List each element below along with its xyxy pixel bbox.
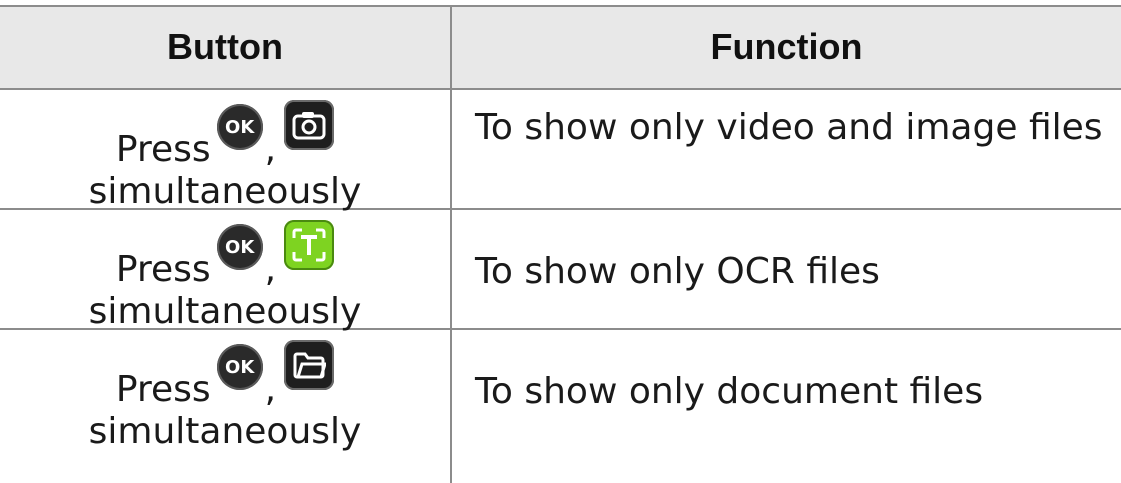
table-row-button-cell: Press OK , simultaneously — [0, 340, 450, 452]
function-text: To show only document files — [475, 371, 984, 412]
ok-button-icon: OK — [216, 344, 263, 390]
ocr-text-icon — [284, 220, 335, 270]
simultaneously-text: simultaneously — [88, 411, 362, 452]
header-function: Function — [710, 26, 863, 67]
simultaneously-text: simultaneously — [88, 291, 362, 332]
simultaneously-text: simultaneously — [88, 171, 362, 212]
press-text: Press — [115, 129, 211, 170]
table-row-button-cell: Press OK , simultaneously — [0, 220, 450, 332]
camera-icon — [284, 100, 335, 150]
folder-icon — [284, 340, 335, 390]
header-button: Button — [167, 26, 283, 67]
table-row-button-cell: Press OK , simultaneously — [0, 100, 450, 212]
press-text: Press — [115, 249, 211, 290]
ok-button-icon: OK — [216, 104, 263, 150]
function-text: To show only OCR files — [475, 251, 880, 292]
header-bottom-border — [0, 88, 1121, 90]
function-text: To show only video and image files — [475, 107, 1103, 148]
press-text: Press — [115, 369, 211, 410]
ok-button-icon: OK — [216, 224, 263, 270]
